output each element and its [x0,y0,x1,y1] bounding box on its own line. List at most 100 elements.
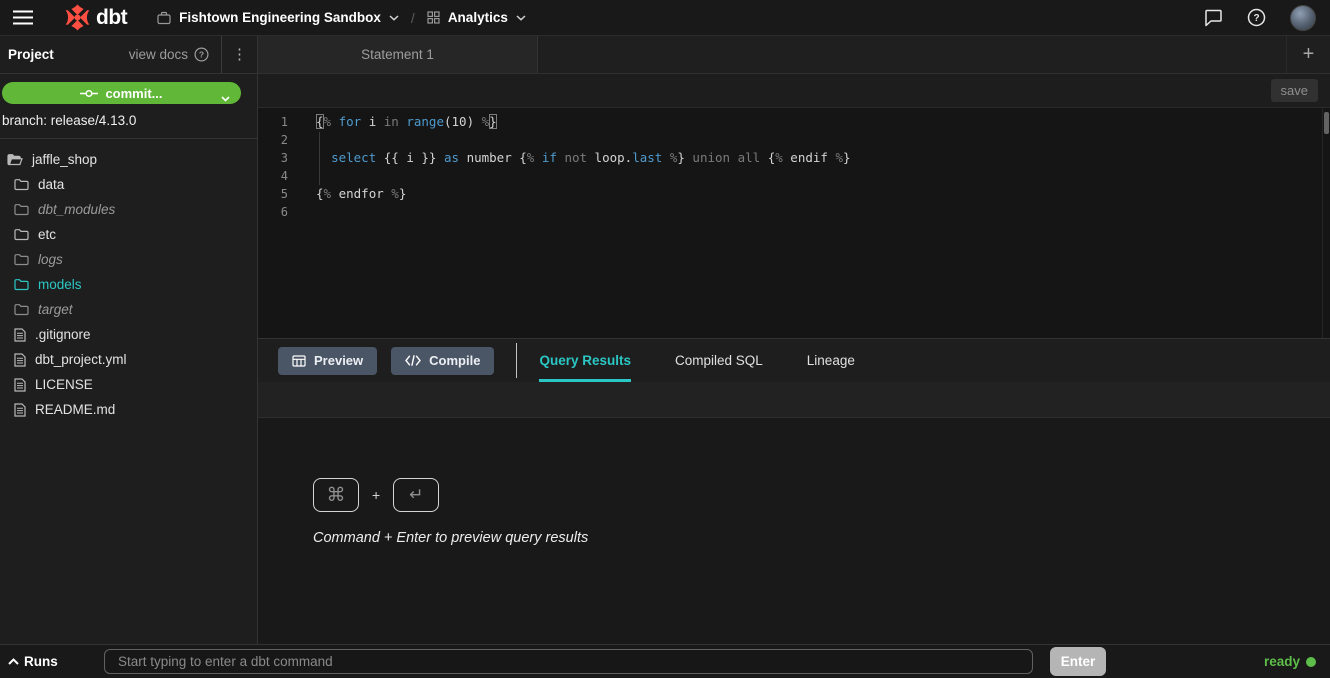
tree-item-license[interactable]: LICENSE [0,372,257,397]
hamburger-menu-icon[interactable] [8,6,38,30]
help-circle-icon: ? [194,47,209,62]
file-icon [14,378,26,392]
code-text: select {{ i }} as number {% if not loop.… [302,149,851,167]
code-editor[interactable]: 1{% for i in range(10) %}23 select {{ i … [258,108,1330,338]
tree-item-label: etc [38,227,56,242]
folder-icon [14,303,29,316]
sidebar-menu-button[interactable]: ⋮ [221,36,257,73]
tree-item-dbt-project-yml[interactable]: dbt_project.yml [0,347,257,372]
help-icon[interactable]: ? [1247,8,1266,27]
tree-item-label: README.md [35,402,115,417]
folder-icon [14,228,29,241]
tree-item-label: models [38,277,82,292]
dbt-logo[interactable]: dbt [64,4,127,31]
results-toolbar: Preview Compile Query Results Compiled SQ… [258,338,1330,382]
svg-text:?: ? [199,50,204,60]
shortcut-hint-text: Command + Enter to preview query results [313,530,1330,546]
project-switcher[interactable]: Analytics [427,10,526,25]
tree-item-label: logs [38,252,63,267]
topbar-actions: ? [1204,5,1316,31]
folder-icon [14,253,29,266]
tree-item-target[interactable]: target [0,297,257,322]
sidebar: Project view docs ? ⋮ commit... branch: [0,36,258,644]
results-tab-compiled-sql[interactable]: Compiled SQL [675,339,763,382]
tree-item-jaffle-shop[interactable]: jaffle_shop [0,147,257,172]
dbt-logo-icon [64,4,91,31]
editor-tab-statement-1[interactable]: Statement 1 [258,36,538,73]
kebab-icon: ⋮ [232,47,247,62]
new-tab-button[interactable]: + [1286,36,1330,73]
tree-item--gitignore[interactable]: .gitignore [0,322,257,347]
chevron-up-icon [8,658,19,665]
code-lines: 1{% for i in range(10) %}23 select {{ i … [258,113,1330,221]
editor-toolbar: save [258,74,1330,108]
status-dot-icon [1306,657,1316,667]
top-bar: dbt Fishtown Engineering Sandbox / Analy… [0,0,1330,36]
editor-scrollbar[interactable] [1324,112,1329,134]
dbt-command-input[interactable] [104,649,1033,674]
tree-item-label: LICENSE [35,377,93,392]
results-tab-lineage[interactable]: Lineage [807,339,855,382]
user-avatar[interactable] [1290,5,1316,31]
editor-right-border [1322,108,1323,338]
tree-item-logs[interactable]: logs [0,247,257,272]
editor-tab-label: Statement 1 [361,47,434,62]
view-docs-label: view docs [129,47,188,62]
code-line: 3 select {{ i }} as number {% if not loo… [258,149,1330,167]
indent-guide [319,132,320,185]
ide-status: ready [1264,654,1320,669]
dbt-cloud-ide: dbt Fishtown Engineering Sandbox / Analy… [0,0,1330,678]
tree-item-label: .gitignore [35,327,91,342]
tree-item-readme-md[interactable]: README.md [0,397,257,422]
save-button[interactable]: save [1271,79,1318,102]
svg-text:?: ? [1253,13,1259,24]
branch-label: branch: release/4.13.0 [0,111,257,139]
code-text: {% endfor %} [302,185,406,203]
chevron-down-icon [221,90,230,105]
runs-toggle[interactable]: Runs [8,654,104,669]
line-number: 5 [258,185,302,203]
git-commit-icon [80,89,98,98]
results-buttons: Preview Compile [278,339,494,382]
view-docs-link[interactable]: view docs ? [129,47,221,62]
tree-item-etc[interactable]: etc [0,222,257,247]
breadcrumb-separator: / [411,10,415,26]
folder-open-icon [7,153,23,166]
shortcut-keys: ⌘ + ↵ [313,478,1330,512]
results-tab-query-results[interactable]: Query Results [539,339,631,382]
tree-item-label: dbt_project.yml [35,352,127,367]
sidebar-title: Project [8,47,54,62]
briefcase-icon [157,11,171,25]
commit-button-label: commit... [105,86,162,101]
tree-item-models[interactable]: models [0,272,257,297]
project-name: Analytics [448,10,508,25]
tree-item-data[interactable]: data [0,172,257,197]
account-switcher[interactable]: Fishtown Engineering Sandbox [157,10,399,25]
runs-label: Runs [24,654,58,669]
file-icon [14,403,26,417]
table-icon [292,355,306,367]
grid-icon [427,11,440,24]
tree-item-dbt-modules[interactable]: dbt_modules [0,197,257,222]
line-number: 3 [258,149,302,167]
run-bar: Runs Enter ready [0,644,1330,678]
compile-button[interactable]: Compile [391,347,494,375]
results-subheader [258,382,1330,418]
chat-icon[interactable] [1204,9,1223,27]
line-number: 6 [258,203,302,221]
code-line: 4 [258,167,1330,185]
file-tree: jaffle_shopdata dbt_modulesetc logs models t… [0,139,257,422]
code-line: 1{% for i in range(10) %} [258,113,1330,131]
enter-button[interactable]: Enter [1050,647,1106,676]
line-number: 2 [258,131,302,149]
plus-icon: + [1303,43,1315,66]
code-text: {% for i in range(10) %} [302,113,497,131]
toolbar-divider [516,343,517,378]
code-line: 5{% endfor %} [258,185,1330,203]
preview-button[interactable]: Preview [278,347,377,375]
tree-item-label: data [38,177,64,192]
code-text [302,167,316,185]
commit-button[interactable]: commit... [2,82,241,104]
results-empty-state: ⌘ + ↵ Command + Enter to preview query r… [258,418,1330,644]
workspace: Project view docs ? ⋮ commit... branch: [0,36,1330,644]
